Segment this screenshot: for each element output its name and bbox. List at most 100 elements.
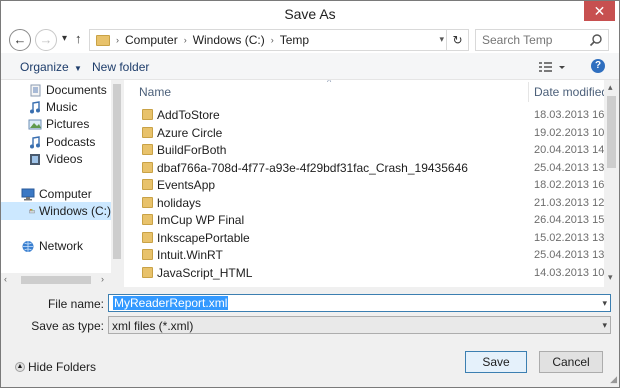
folder-icon	[142, 179, 153, 190]
videos-icon	[30, 153, 40, 165]
list-item[interactable]: holidays 21.03.2013 12:11	[124, 194, 619, 212]
scrollbar-thumb[interactable]	[113, 84, 121, 259]
folder-icon	[142, 144, 153, 155]
file-name: ImCup WP Final	[157, 213, 245, 227]
filename-field[interactable]: MyReaderReport.xml ▾	[108, 294, 611, 312]
nav-item-videos[interactable]: Videos	[28, 150, 82, 168]
breadcrumb-temp[interactable]: Temp	[280, 33, 309, 47]
chevron-right-icon[interactable]: ›	[271, 35, 274, 45]
scroll-left-icon[interactable]: ‹	[4, 274, 7, 284]
hide-folders-label: Hide Folders	[28, 360, 97, 374]
command-bar: Organize ▼ New folder ?	[1, 53, 619, 80]
nav-item-label: Network	[39, 239, 84, 253]
refresh-button[interactable]: ↻	[446, 30, 468, 50]
list-item[interactable]: EventsApp 18.02.2013 16:10	[124, 176, 619, 194]
filelist-vertical-scrollbar[interactable]: ▴ ▾	[604, 80, 619, 287]
folder-icon	[142, 196, 153, 208]
hide-folders-button[interactable]: ▲ Hide Folders	[15, 360, 96, 374]
back-arrow-icon: ←	[13, 32, 27, 47]
nav-item-label: Videos	[46, 152, 83, 166]
list-item[interactable]: dbaf766a-708d-4f77-a93e-4f29bdf31fac_Cra…	[124, 159, 619, 177]
list-item[interactable]: InkscapePortable 15.02.2013 13:52	[124, 229, 619, 247]
music-icon	[30, 100, 40, 113]
nav-item-windows-c[interactable]: Windows (C:)	[1, 202, 111, 220]
chevron-down-icon[interactable]: ▾	[602, 298, 607, 309]
file-name: holidays	[157, 195, 202, 210]
list-item[interactable]: JavaScript_HTML 14.03.2013 10:07	[124, 264, 619, 282]
savetype-select[interactable]: xml files (*.xml) ▾	[108, 316, 611, 334]
cancel-button[interactable]: Cancel	[539, 351, 603, 373]
file-list: ^ Name Date modified AddToStore 18.03.20…	[124, 80, 619, 287]
list-item[interactable]: AddToStore 18.03.2013 16:26	[124, 106, 619, 124]
filename-selected-text: MyReaderReport.xml	[113, 296, 229, 310]
save-form: File name: MyReaderReport.xml ▾ Save as …	[1, 287, 619, 387]
file-name: dbaf766a-708d-4f77-a93e-4f29bdf31fac_Cra…	[157, 160, 468, 175]
organize-button[interactable]: Organize ▼	[20, 60, 82, 74]
scrollbar-thumb[interactable]	[21, 276, 91, 284]
nav-item-podcasts[interactable]: Podcasts	[28, 133, 95, 151]
column-header-date[interactable]: Date modified	[534, 80, 608, 104]
new-folder-button[interactable]: New folder	[92, 60, 149, 74]
chevron-down-icon[interactable]: ▾	[439, 34, 444, 45]
nav-item-documents[interactable]: Documents	[28, 81, 107, 99]
list-item[interactable]: Intuit.WinRT 25.04.2013 13:28	[124, 246, 619, 264]
refresh-icon: ↻	[452, 33, 463, 47]
scroll-down-icon[interactable]: ▾	[608, 272, 613, 283]
nav-item-network[interactable]: Network	[21, 237, 83, 255]
nav-item-computer[interactable]: Computer	[21, 185, 92, 203]
title-bar: Save As ✕	[1, 1, 619, 27]
window-title: Save As	[284, 6, 336, 22]
close-button[interactable]: ✕	[584, 1, 615, 21]
search-box[interactable]	[475, 29, 609, 51]
folder-icon	[142, 126, 153, 138]
file-name: AddToStore	[157, 108, 220, 122]
scrollbar-thumb[interactable]	[607, 96, 616, 168]
chevron-down-icon: ▼	[74, 64, 82, 73]
scroll-up-icon[interactable]: ▴	[608, 82, 613, 93]
scroll-right-icon[interactable]: ›	[101, 274, 104, 284]
save-button[interactable]: Save	[465, 351, 527, 373]
chevron-down-icon[interactable]: ▾	[602, 320, 607, 331]
file-name: EventsApp	[157, 178, 216, 192]
change-view-icon[interactable]	[537, 58, 567, 76]
forward-arrow-icon: →	[39, 32, 53, 47]
save-as-dialog: Save As ✕ ← → ▾ ↑ › Computer › Windows (…	[0, 0, 620, 388]
folder-icon	[142, 231, 153, 243]
breadcrumb-windows-c[interactable]: Windows (C:)	[193, 33, 265, 47]
navpane-horizontal-scrollbar[interactable]: ‹ ›	[1, 273, 111, 287]
recent-locations-dropdown-icon[interactable]: ▾	[62, 33, 67, 44]
navpane-vertical-scrollbar[interactable]	[111, 80, 123, 287]
help-icon[interactable]: ?	[591, 59, 605, 73]
nav-item-label: Pictures	[46, 117, 90, 131]
file-name: BuildForBoth	[157, 143, 227, 157]
list-item[interactable]: BuildForBoth 20.04.2013 14:44	[124, 141, 619, 159]
search-input[interactable]	[476, 30, 584, 50]
back-button[interactable]: ←	[9, 29, 31, 51]
breadcrumb-computer[interactable]: Computer	[125, 33, 178, 47]
folder-icon	[96, 34, 110, 46]
up-arrow-icon[interactable]: ↑	[75, 31, 82, 46]
close-icon: ✕	[593, 3, 606, 19]
nav-item-label: Podcasts	[46, 135, 96, 149]
nav-item-pictures[interactable]: Pictures	[28, 115, 89, 133]
forward-button[interactable]: →	[35, 29, 57, 51]
address-bar[interactable]: › Computer › Windows (C:) › Temp ▾ ↻	[89, 29, 469, 51]
file-name: Intuit.WinRT	[157, 248, 223, 262]
nav-item-label: Computer	[39, 187, 92, 201]
column-header-name[interactable]: Name	[139, 80, 171, 104]
filename-label: File name:	[47, 297, 104, 311]
list-item[interactable]: Azure Circle 19.02.2013 10:36	[124, 124, 619, 142]
chevron-up-icon: ▲	[15, 362, 25, 372]
nav-item-music[interactable]: Music	[28, 98, 77, 116]
resize-grip-icon[interactable]: ◢	[610, 374, 617, 385]
list-item[interactable]: ImCup WP Final 26.04.2013 15:37	[124, 211, 619, 229]
search-icon[interactable]	[589, 33, 603, 47]
folder-icon	[142, 266, 153, 278]
chevron-right-icon[interactable]: ›	[184, 35, 187, 45]
chevron-right-icon[interactable]: ›	[116, 35, 119, 45]
folder-icon	[142, 214, 153, 225]
nav-item-label: Documents	[46, 83, 107, 97]
documents-icon	[30, 84, 41, 96]
filename-value: MyReaderReport.xml	[113, 296, 229, 310]
column-divider[interactable]	[528, 82, 529, 102]
